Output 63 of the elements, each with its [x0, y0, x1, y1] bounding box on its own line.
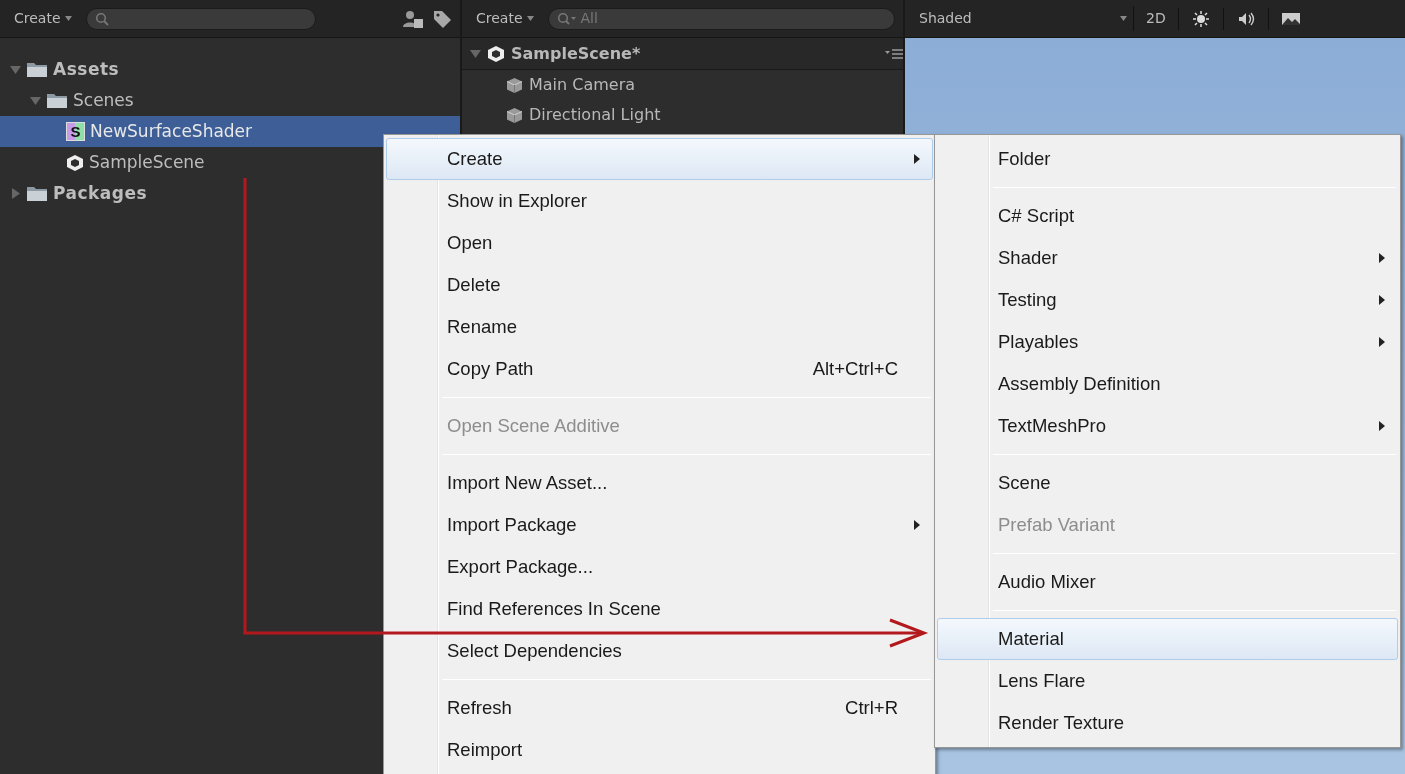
menu-item[interactable]: Material	[937, 618, 1398, 660]
cube-icon	[506, 76, 523, 94]
menu-item[interactable]: C# Script	[937, 195, 1398, 237]
menu-item[interactable]: Rename	[386, 306, 933, 348]
folder-icon	[26, 61, 48, 78]
menu-item[interactable]: Import Package	[386, 504, 933, 546]
search-icon	[94, 11, 109, 26]
menu-item[interactable]: Export Package...	[386, 546, 933, 588]
submenu-arrow-icon	[1379, 337, 1385, 347]
search-icon	[556, 11, 577, 26]
search-field[interactable]	[85, 7, 316, 30]
tree-item[interactable]: Scenes	[0, 85, 460, 116]
draw-mode-dropdown[interactable]: Shaded	[913, 6, 1133, 31]
menu-item[interactable]: TextMeshPro	[937, 405, 1398, 447]
create-button[interactable]: Create	[470, 6, 540, 31]
caret-icon	[526, 16, 534, 21]
submenu-arrow-icon	[914, 154, 920, 164]
menu-item[interactable]: Render Texture	[937, 702, 1398, 744]
menu-item[interactable]: Playables	[937, 321, 1398, 363]
label-tag-icon	[432, 8, 452, 29]
menu-item[interactable]: Delete	[386, 264, 933, 306]
menu-item[interactable]: Select Dependencies	[386, 630, 933, 672]
submenu-arrow-icon	[1379, 295, 1385, 305]
menu-item[interactable]: Refresh Ctrl+R	[386, 687, 933, 729]
menu-item[interactable]: Audio Mixer	[937, 561, 1398, 603]
menu-item[interactable]: Find References In Scene	[386, 588, 933, 630]
expanded-arrow-icon	[30, 95, 41, 106]
menu-item[interactable]: Copy Path Alt+Ctrl+C	[386, 348, 933, 390]
scene-icon	[66, 153, 84, 172]
menu-item[interactable]: Show in Explorer	[386, 180, 933, 222]
scene-header[interactable]: SampleScene*	[462, 38, 903, 70]
menu-item[interactable]: Testing	[937, 279, 1398, 321]
menu-icon	[885, 47, 903, 60]
tree-item[interactable]: Assets	[0, 54, 460, 85]
collapsed-arrow-icon	[10, 188, 21, 199]
create-button[interactable]: Create	[8, 6, 78, 31]
tree-item[interactable]: S NewSurfaceShader	[0, 116, 460, 147]
menu-item[interactable]: Shader	[937, 237, 1398, 279]
menu-item[interactable]: Import New Asset...	[386, 462, 933, 504]
2d-toggle-button[interactable]: 2D	[1133, 6, 1178, 31]
menu-item[interactable]: Assembly Definition	[937, 363, 1398, 405]
submenu-arrow-icon	[914, 520, 920, 530]
hierarchy-item[interactable]: Main Camera	[462, 70, 903, 100]
menu-item[interactable]: Open	[386, 222, 933, 264]
menu-item[interactable]: Folder	[937, 138, 1398, 180]
shader-file-icon: S	[66, 122, 85, 141]
folder-icon	[46, 92, 68, 109]
expanded-arrow-icon	[470, 48, 481, 59]
caret-icon	[64, 16, 72, 21]
submenu-arrow-icon	[1379, 421, 1385, 431]
sun-icon	[1190, 9, 1211, 28]
menu-item[interactable]: Lens Flare	[937, 660, 1398, 702]
folder-icon	[26, 185, 48, 202]
filter-by-type-icon	[402, 8, 424, 29]
scene-icon	[487, 44, 505, 63]
hierarchy-item[interactable]: Directional Light	[462, 100, 903, 130]
menu-item[interactable]: Scene	[937, 462, 1398, 504]
submenu-arrow-icon	[1379, 253, 1385, 263]
cube-icon	[506, 106, 523, 124]
expanded-arrow-icon	[10, 64, 21, 75]
caret-icon	[1120, 16, 1127, 21]
menu-item[interactable]: Reimport	[386, 729, 933, 771]
menu-item[interactable]: Create	[386, 138, 933, 180]
